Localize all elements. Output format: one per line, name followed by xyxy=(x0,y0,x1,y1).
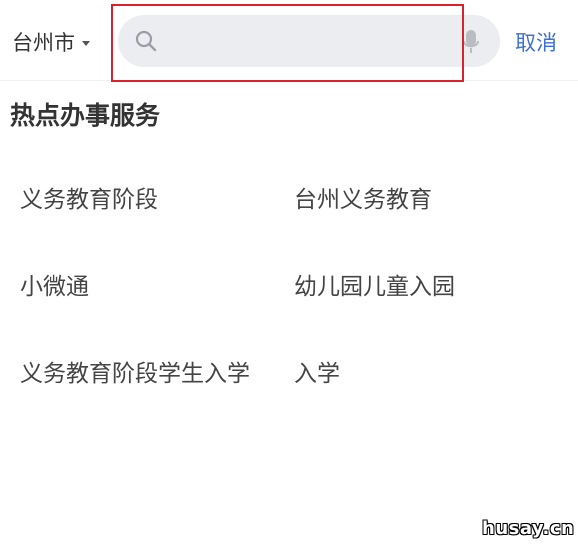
watermark: husay.cn xyxy=(482,518,575,539)
city-label: 台州市 xyxy=(12,31,75,55)
service-item-taizhou-compulsory-education[interactable]: 台州义务教育 xyxy=(294,180,432,214)
hot-services-title: 热点办事服务 xyxy=(10,101,161,130)
search-page: 台州市 取消 热点办事服务 义务教育阶段 台州义务教育 小微通 幼儿园儿童入园 … xyxy=(0,0,578,550)
service-item-kindergarten-admission[interactable]: 幼儿园儿童入园 xyxy=(294,267,455,301)
service-item-compulsory-education-stage[interactable]: 义务教育阶段 xyxy=(20,180,158,214)
service-item-enrollment[interactable]: 入学 xyxy=(294,354,340,388)
cancel-button[interactable]: 取消 xyxy=(515,27,557,57)
city-selector[interactable]: 台州市 xyxy=(12,28,90,56)
microphone-icon[interactable] xyxy=(463,29,479,59)
chevron-down-icon xyxy=(82,40,90,46)
search-highlight-box xyxy=(111,4,464,82)
service-item-xiaoweitong[interactable]: 小微通 xyxy=(20,267,89,301)
service-item-student-enrollment[interactable]: 义务教育阶段学生入学 xyxy=(20,354,250,388)
search-header: 台州市 取消 xyxy=(0,0,578,82)
